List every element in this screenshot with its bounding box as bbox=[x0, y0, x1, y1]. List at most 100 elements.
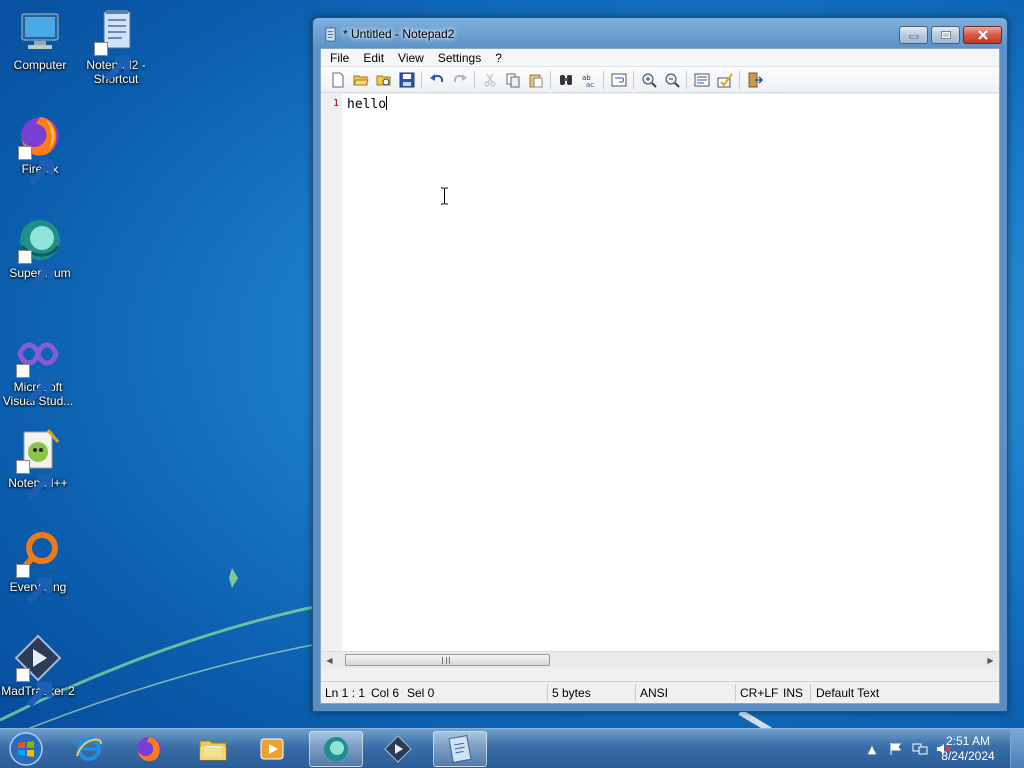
status-insert-mode[interactable]: INS bbox=[783, 686, 803, 700]
zoom-in-button[interactable] bbox=[637, 69, 660, 91]
notepad2-icon bbox=[448, 735, 472, 763]
browse-button[interactable] bbox=[372, 69, 395, 91]
zoom-out-icon bbox=[665, 73, 680, 88]
paste-button[interactable] bbox=[524, 69, 547, 91]
toolbar-separator bbox=[739, 70, 740, 89]
undo-icon bbox=[429, 73, 443, 82]
title-bar[interactable]: * Untitled - Notepad2 bbox=[313, 18, 1007, 48]
ibeam-cursor-icon bbox=[441, 187, 448, 205]
customize-button[interactable] bbox=[713, 69, 736, 91]
zoom-in-icon bbox=[642, 73, 657, 88]
toolbar-separator bbox=[633, 70, 634, 89]
toolbar-separator bbox=[421, 70, 422, 89]
menu-help[interactable]: ? bbox=[488, 51, 509, 65]
shortcut-arrow-icon bbox=[16, 460, 53, 500]
status-divider bbox=[735, 685, 736, 701]
clock-date: 8/24/2024 bbox=[941, 749, 995, 763]
taskbar-firefox[interactable] bbox=[122, 731, 176, 767]
scrollbar-thumb[interactable] bbox=[345, 654, 550, 666]
cut-icon bbox=[484, 73, 495, 86]
status-encoding[interactable]: ANSI bbox=[640, 686, 668, 700]
close-button[interactable] bbox=[963, 26, 1002, 44]
text-editor[interactable]: 1 hello ◀ ▶ bbox=[321, 94, 999, 668]
status-size: 5 bytes bbox=[552, 686, 591, 700]
computer-icon bbox=[21, 13, 59, 49]
zoom-out-button[interactable] bbox=[660, 69, 683, 91]
line-number-gutter: 1 bbox=[321, 94, 342, 668]
chevron-up-icon: ▲ bbox=[867, 742, 877, 756]
minimize-icon bbox=[909, 35, 918, 39]
taskbar-supermium[interactable] bbox=[309, 731, 363, 767]
find-button[interactable] bbox=[554, 69, 577, 91]
desktop-icon-firefox[interactable]: Firefox bbox=[2, 112, 78, 186]
windows-start-orb-icon bbox=[9, 732, 43, 766]
desktop-icon-everything[interactable]: Everything bbox=[0, 530, 76, 604]
clock-time: 2:51 AM bbox=[945, 734, 991, 748]
shortcut-arrow-icon bbox=[16, 564, 53, 604]
desktop-icon-computer[interactable]: Computer bbox=[2, 8, 78, 72]
desktop-icon-notepad-plus-plus[interactable]: Notepad++ bbox=[0, 426, 76, 500]
system-clock[interactable]: 2:51 AM 8/24/2024 bbox=[936, 734, 1000, 764]
show-desktop-button[interactable] bbox=[1010, 729, 1024, 768]
flag-icon bbox=[890, 743, 901, 755]
desktop-icon-supermium[interactable]: Supermium bbox=[2, 216, 78, 290]
scroll-left-button[interactable]: ◀ bbox=[321, 652, 338, 668]
taskbar-notepad2[interactable] bbox=[433, 731, 487, 767]
taskbar-madtracker[interactable] bbox=[371, 731, 425, 767]
copy-button[interactable] bbox=[501, 69, 524, 91]
minimize-button[interactable] bbox=[899, 26, 928, 44]
customize-icon bbox=[717, 72, 733, 87]
desktop-icon-madtracker[interactable]: MadTracker 2 bbox=[0, 634, 76, 708]
show-hidden-icons-button[interactable]: ▲ bbox=[862, 739, 882, 759]
desktop-icon-label: Computer bbox=[13, 58, 67, 72]
status-scheme[interactable]: Default Text bbox=[816, 686, 879, 700]
menu-file[interactable]: File bbox=[323, 51, 356, 65]
horizontal-scrollbar[interactable]: ◀ ▶ bbox=[321, 651, 999, 668]
browse-icon bbox=[376, 75, 390, 85]
restore-icon bbox=[940, 31, 951, 39]
menu-settings[interactable]: Settings bbox=[431, 51, 488, 65]
save-icon bbox=[399, 72, 414, 87]
notepad2-window[interactable]: * Untitled - Notepad2 File Edit View Set… bbox=[312, 17, 1008, 712]
action-center-flag[interactable] bbox=[886, 739, 906, 759]
taskbar-file-explorer[interactable] bbox=[186, 731, 240, 767]
save-button[interactable] bbox=[395, 69, 418, 91]
scrollbar-grip bbox=[442, 657, 450, 664]
new-button[interactable] bbox=[326, 69, 349, 91]
exit-button[interactable] bbox=[743, 69, 766, 91]
window-client-area: File Edit View Settings ? ab ac 1 hello … bbox=[320, 48, 1000, 704]
text-caret bbox=[386, 96, 388, 110]
chevron-left-icon: ◀ bbox=[326, 655, 333, 665]
menu-edit[interactable]: Edit bbox=[356, 51, 391, 65]
supermium-icon bbox=[324, 737, 348, 761]
notepad2-app-icon bbox=[325, 27, 336, 42]
window-title: * Untitled - Notepad2 bbox=[343, 27, 455, 41]
status-divider bbox=[810, 685, 811, 701]
cut-button[interactable] bbox=[478, 69, 501, 91]
start-button[interactable] bbox=[5, 730, 47, 768]
replace-button[interactable]: ab ac bbox=[577, 69, 600, 91]
redo-button[interactable] bbox=[448, 69, 471, 91]
status-line-endings[interactable]: CR+LF bbox=[740, 686, 778, 700]
replace-icon: abac bbox=[582, 74, 594, 88]
word-wrap-icon bbox=[611, 73, 626, 86]
taskbar-media-player[interactable] bbox=[245, 731, 299, 767]
toolbar-separator bbox=[603, 70, 604, 89]
desktop-icon-visual-studio[interactable]: Microsoft Visual Stud... bbox=[0, 330, 76, 408]
shortcut-arrow-icon bbox=[16, 364, 53, 404]
desktop-icon-notepad2-shortcut[interactable]: Notepad2 - Shortcut bbox=[78, 8, 154, 86]
scheme-button[interactable] bbox=[690, 69, 713, 91]
close-icon bbox=[977, 30, 988, 40]
undo-button[interactable] bbox=[425, 69, 448, 91]
network-tray-button[interactable] bbox=[910, 739, 930, 759]
menu-view[interactable]: View bbox=[391, 51, 431, 65]
scroll-right-button[interactable]: ▶ bbox=[982, 652, 999, 668]
maximize-button[interactable] bbox=[931, 26, 960, 44]
find-icon bbox=[559, 74, 572, 85]
shortcut-arrow-icon bbox=[16, 668, 53, 708]
word-wrap-button[interactable] bbox=[607, 69, 630, 91]
open-button[interactable] bbox=[349, 69, 372, 91]
editor-text-line[interactable]: hello bbox=[347, 96, 388, 112]
firefox-icon bbox=[137, 737, 161, 762]
taskbar-internet-explorer[interactable] bbox=[62, 731, 116, 767]
